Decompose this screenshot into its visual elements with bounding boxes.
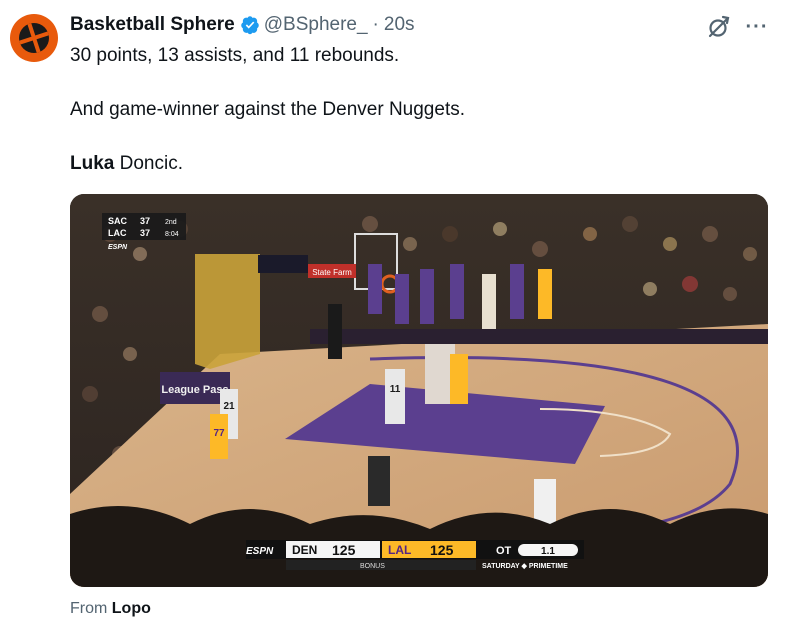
bottom-clock: 1.1 bbox=[541, 546, 555, 557]
timestamp[interactable]: 20s bbox=[384, 14, 415, 36]
bottom-network: ESPN bbox=[246, 546, 274, 557]
tweet-text-bold-name: Luka bbox=[70, 153, 115, 174]
tweet-text-line1: 30 points, 13 assists, and 11 rebounds. bbox=[70, 45, 400, 66]
grok-icon[interactable] bbox=[706, 14, 732, 40]
top-network: ESPN bbox=[108, 244, 128, 251]
top-team1: SAC bbox=[108, 216, 128, 226]
tweet-header: Basketball Sphere @BSphere_ · 20s bbox=[70, 12, 415, 38]
from-source-link[interactable]: Lopo bbox=[112, 600, 151, 617]
jersey-number-21: 21 bbox=[223, 401, 235, 412]
bottom-bonus: BONUS bbox=[360, 563, 385, 570]
top-period: 2nd bbox=[165, 219, 177, 226]
scorebug-bottom: ESPN DEN 125 LAL 125 OT 1.1 BONUS SATURD… bbox=[246, 540, 584, 570]
verified-badge-icon bbox=[241, 16, 259, 35]
video-media[interactable]: State Farm League Pass 21 77 11 SAC 37 L… bbox=[70, 194, 768, 587]
top-team2: LAC bbox=[108, 228, 127, 238]
jersey-number-11: 11 bbox=[390, 384, 401, 395]
bottom-home-team: DEN bbox=[292, 543, 317, 557]
separator-dot: · bbox=[372, 14, 379, 35]
from-attribution: From Lopo bbox=[70, 600, 151, 618]
top-score2: 37 bbox=[140, 228, 150, 238]
bottom-period: OT bbox=[496, 545, 512, 557]
bottom-home-score: 125 bbox=[332, 542, 356, 558]
video-frame: State Farm League Pass 21 77 11 SAC 37 L… bbox=[70, 194, 768, 587]
bottom-away-score: 125 bbox=[430, 542, 454, 558]
handle[interactable]: @BSphere_ bbox=[264, 14, 368, 36]
top-score1: 37 bbox=[140, 216, 150, 226]
tweet-text-line2: And game-winner against the Denver Nugge… bbox=[70, 99, 466, 120]
league-pass-sign: League Pass bbox=[161, 384, 228, 396]
display-name[interactable]: Basketball Sphere bbox=[70, 14, 235, 36]
bottom-show: SATURDAY ◆ PRIMETIME bbox=[482, 563, 568, 570]
tweet-text-line3: Luka Doncic. bbox=[70, 152, 183, 176]
from-label: From bbox=[70, 600, 112, 617]
more-icon[interactable]: ··· bbox=[744, 14, 770, 40]
avatar[interactable] bbox=[10, 14, 58, 62]
state-farm-sign: State Farm bbox=[312, 268, 352, 277]
jersey-number-77: 77 bbox=[213, 428, 225, 439]
basketball-logo-icon bbox=[19, 23, 49, 53]
bottom-away-team: LAL bbox=[388, 543, 411, 557]
top-clock: 8:04 bbox=[165, 231, 179, 238]
tweet-text-rest: Doncic. bbox=[114, 153, 183, 174]
